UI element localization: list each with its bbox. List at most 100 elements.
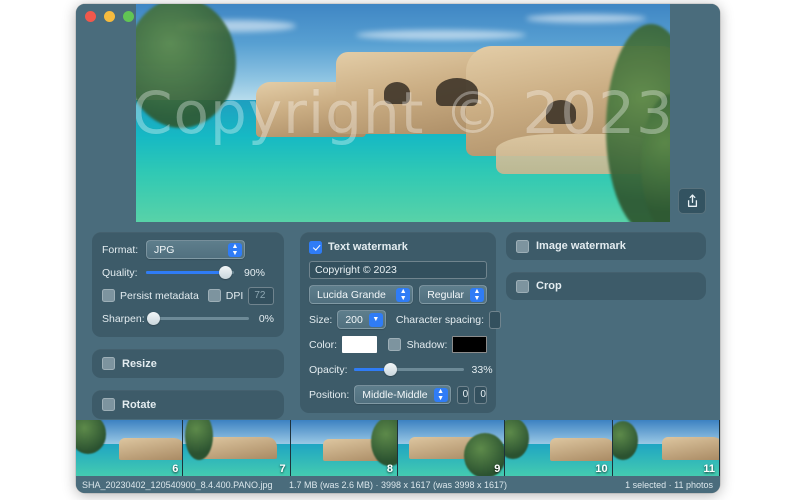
- dpi-label: DPI: [225, 289, 244, 302]
- image-watermark-checkbox[interactable]: [516, 239, 529, 253]
- offset-x-input[interactable]: 0: [456, 385, 470, 404]
- filmstrip-thumbnail[interactable]: 7: [183, 420, 291, 476]
- format-panel: Format: JPG ▲ ▼ Quality: 90% Persist met…: [92, 232, 284, 337]
- opacity-row: Opacity: 33%: [309, 360, 493, 379]
- opacity-value: 33%: [471, 363, 493, 376]
- offset-y-input[interactable]: 0: [474, 385, 487, 404]
- character-spacing-input[interactable]: [489, 310, 502, 329]
- text-watermark-header: Text watermark: [309, 239, 487, 255]
- filmstrip-thumbnail[interactable]: 9: [397, 420, 506, 476]
- controls-area: Format: JPG ▲ ▼ Quality: 90% Persist met…: [76, 222, 720, 450]
- chevron-updown-icon: ▲ ▼: [470, 287, 484, 302]
- chevron-down-icon: ▼: [368, 312, 383, 327]
- filmstrip-thumbnail[interactable]: 8: [290, 420, 398, 476]
- share-icon: [687, 194, 697, 207]
- cave-shape: [436, 78, 478, 106]
- rotate-checkbox[interactable]: [102, 398, 115, 411]
- text-watermark-checkbox[interactable]: [309, 240, 322, 254]
- sharpen-slider-track: [152, 317, 249, 320]
- opacity-slider-knob[interactable]: [383, 363, 397, 376]
- app-window: Copyright © 2023 Format: JPG ▲ ▼ Quality…: [76, 4, 720, 493]
- opacity-label: Opacity:: [309, 363, 348, 376]
- size-select[interactable]: 200 ▼: [337, 310, 386, 329]
- shadow-label: Shadow:: [406, 338, 448, 351]
- thumbnail-cliff: [661, 437, 719, 460]
- sharpen-slider[interactable]: [146, 312, 249, 326]
- close-button-icon[interactable]: [85, 11, 96, 22]
- crop-panel[interactable]: Crop: [506, 272, 706, 300]
- format-row: Format: JPG ▲ ▼: [102, 240, 274, 259]
- filmstrip-thumbnail[interactable]: 11: [612, 420, 720, 476]
- format-select[interactable]: JPG ▲ ▼: [146, 240, 245, 259]
- color-shadow-row: Color: Shadow:: [309, 335, 487, 354]
- persist-metadata-checkbox[interactable]: [102, 289, 115, 302]
- font-family-select[interactable]: Lucida Grande ▲ ▼: [309, 285, 414, 304]
- rotate-panel[interactable]: Rotate: [92, 390, 284, 419]
- text-watermark-title: Text watermark: [328, 241, 408, 253]
- traffic-lights: [85, 11, 134, 22]
- thumbnail-foliage: [371, 420, 397, 466]
- image-watermark-label: Image watermark: [536, 240, 626, 252]
- thumbnail-number: 6: [172, 463, 179, 475]
- thumbnail-cliff: [202, 436, 277, 460]
- font-style-value: Regular: [427, 288, 464, 301]
- maximize-button-icon[interactable]: [123, 11, 134, 22]
- thumbnail-number: 11: [703, 463, 715, 475]
- share-button[interactable]: [678, 188, 706, 214]
- sharpen-row: Sharpen: 0%: [102, 309, 274, 328]
- crop-label: Crop: [536, 280, 562, 292]
- preview-area: Copyright © 2023: [76, 4, 720, 222]
- cave-shape: [384, 82, 410, 104]
- size-spacing-row: Size: 200 ▼ Character spacing:: [309, 310, 502, 329]
- titlebar: [76, 4, 720, 28]
- quality-label: Quality:: [102, 266, 138, 279]
- sharpen-label: Sharpen:: [102, 312, 145, 325]
- controls-column-middle: Text watermark Copyright © 2023 Lucida G…: [300, 232, 502, 450]
- preview-photo[interactable]: Copyright © 2023: [136, 4, 670, 222]
- filmstrip[interactable]: 6 7 8 9 10 11: [76, 420, 720, 476]
- opacity-slider[interactable]: [353, 363, 464, 377]
- format-label: Format:: [102, 243, 139, 256]
- sharpen-slider-knob[interactable]: [146, 312, 160, 325]
- chevron-updown-icon: ▲ ▼: [228, 242, 242, 257]
- crop-checkbox[interactable]: [516, 279, 529, 293]
- status-filename: SHA_20230402_120540900_8.4.400.PANO.jpg: [82, 479, 273, 490]
- watermark-text-input[interactable]: Copyright © 2023: [309, 261, 487, 279]
- position-row: Position: Middle-Middle ▲ ▼ 0 0: [309, 385, 487, 404]
- metadata-dpi-row: Persist metadata DPI 72: [102, 286, 274, 305]
- thumbnail-number: 10: [595, 463, 608, 475]
- position-value: Middle-Middle: [362, 388, 428, 401]
- resize-checkbox[interactable]: [102, 357, 115, 370]
- sharpen-value: 0%: [258, 312, 274, 325]
- quality-slider[interactable]: [146, 266, 234, 280]
- size-label: Size:: [309, 313, 333, 326]
- shadow-checkbox[interactable]: [387, 338, 401, 351]
- size-value: 200: [345, 313, 363, 326]
- resize-panel[interactable]: Resize: [92, 349, 284, 378]
- minimize-button-icon[interactable]: [104, 11, 115, 22]
- resize-label: Resize: [122, 357, 157, 370]
- font-family-value: Lucida Grande: [317, 288, 386, 301]
- dpi-input[interactable]: 72: [248, 286, 274, 305]
- controls-column-left: Format: JPG ▲ ▼ Quality: 90% Persist met…: [92, 232, 284, 419]
- color-swatch[interactable]: [342, 336, 377, 353]
- quality-value: 90%: [244, 266, 266, 279]
- text-watermark-panel: Text watermark Copyright © 2023 Lucida G…: [300, 232, 502, 413]
- chevron-updown-icon: ▲ ▼: [396, 287, 411, 302]
- cave-shape: [546, 100, 576, 124]
- thumbnail-cliff: [549, 438, 612, 461]
- chevron-updown-icon: ▲ ▼: [433, 387, 448, 402]
- quality-slider-knob[interactable]: [219, 266, 233, 279]
- quality-slider-fill: [146, 271, 226, 274]
- controls-column-right: Image watermark Crop: [506, 232, 706, 300]
- shadow-swatch[interactable]: [452, 336, 487, 353]
- position-select[interactable]: Middle-Middle ▲ ▼: [354, 385, 451, 404]
- font-row: Lucida Grande ▲ ▼ Regular ▲ ▼: [309, 285, 487, 304]
- persist-metadata-label: Persist metadata: [120, 289, 199, 302]
- dpi-checkbox[interactable]: [207, 289, 221, 302]
- image-watermark-panel[interactable]: Image watermark: [506, 232, 706, 260]
- filmstrip-thumbnail[interactable]: 10: [505, 420, 613, 476]
- font-style-select[interactable]: Regular ▲ ▼: [419, 285, 487, 304]
- thumbnail-number: 9: [494, 463, 501, 475]
- filmstrip-thumbnail[interactable]: 6: [76, 420, 184, 476]
